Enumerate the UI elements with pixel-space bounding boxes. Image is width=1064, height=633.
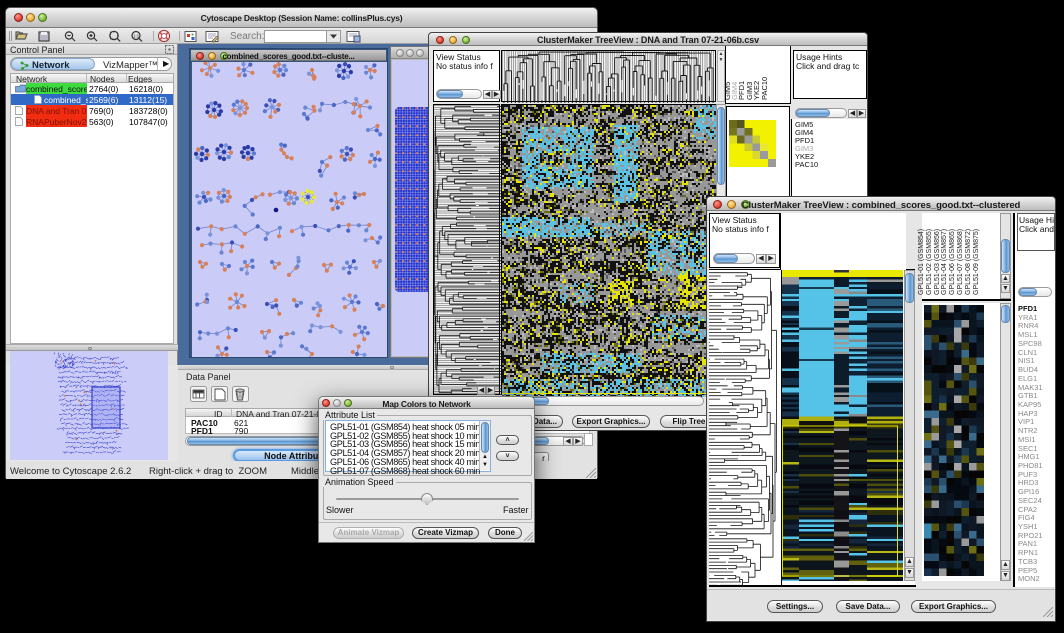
svg-text:Search:: Search: xyxy=(230,31,264,42)
svg-text:1:1: 1:1 xyxy=(133,34,140,39)
